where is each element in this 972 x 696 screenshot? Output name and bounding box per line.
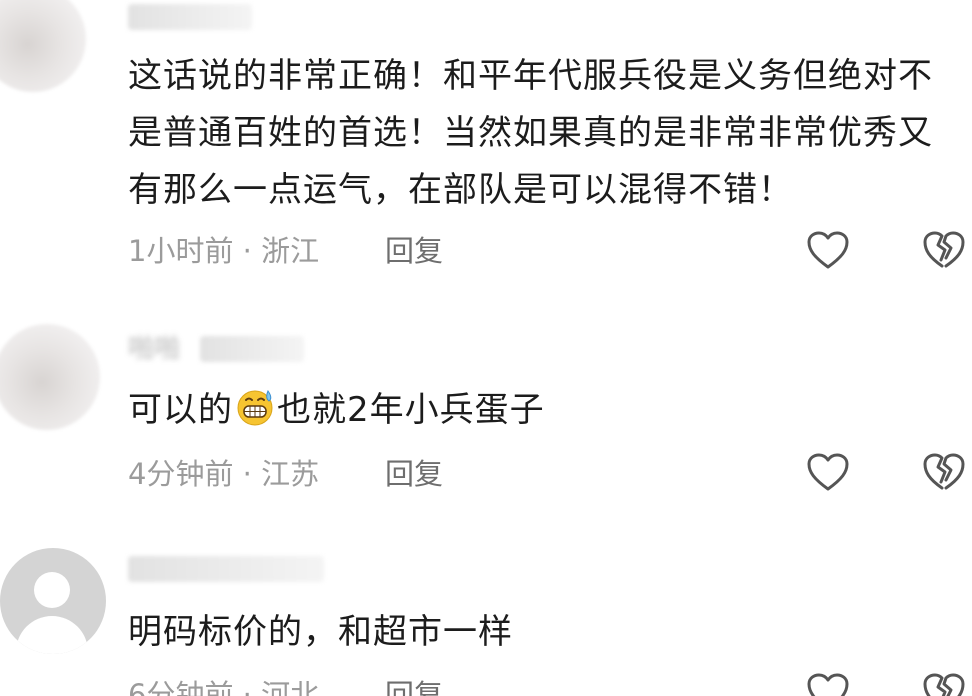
comment-meta: 1小时前 · 浙江 xyxy=(128,234,320,268)
heart-outline-icon[interactable] xyxy=(806,452,850,492)
comment-text: 这话说的非常正确！和平年代服兵役是义务但绝对不是普通百姓的首选！当然如果真的是非… xyxy=(128,56,933,210)
comment-text: 可以的 也就2年小兵蛋子 xyxy=(128,382,964,439)
default-avatar-icon[interactable] xyxy=(0,548,106,654)
comment-list: 这话说的非常正确！和平年代服兵役是义务但绝对不是普通百姓的首选！当然如果真的是非… xyxy=(0,0,972,696)
username-blurred[interactable] xyxy=(128,556,324,582)
grinning-sweat-emoji xyxy=(237,389,273,426)
comment-meta: 4分钟前 · 江苏 xyxy=(128,457,320,491)
comment-text-part: 也就2年小兵蛋子 xyxy=(277,390,545,430)
comment-text-part: 可以的 xyxy=(128,390,233,430)
avatar-shoulders-shape xyxy=(16,616,88,654)
username-blurred[interactable] xyxy=(128,4,252,30)
broken-heart-icon[interactable] xyxy=(922,230,966,270)
avatar-head-shape xyxy=(34,572,70,608)
username[interactable]: 啪啪 xyxy=(128,336,180,362)
reply-button[interactable]: 回复 xyxy=(385,234,443,268)
reply-button[interactable]: 回复 xyxy=(385,457,443,491)
broken-heart-icon[interactable] xyxy=(922,672,966,696)
comment-text: 明码标价的，和超市一样 xyxy=(128,612,513,652)
reply-button[interactable]: 回复 xyxy=(385,678,443,696)
avatar[interactable] xyxy=(0,324,100,430)
username-blurred xyxy=(200,336,304,362)
avatar[interactable] xyxy=(0,0,86,92)
comment-meta: 6分钟前 · 河北 xyxy=(128,678,320,696)
broken-heart-icon[interactable] xyxy=(922,452,966,492)
heart-outline-icon[interactable] xyxy=(806,672,850,696)
heart-outline-icon[interactable] xyxy=(806,230,850,270)
